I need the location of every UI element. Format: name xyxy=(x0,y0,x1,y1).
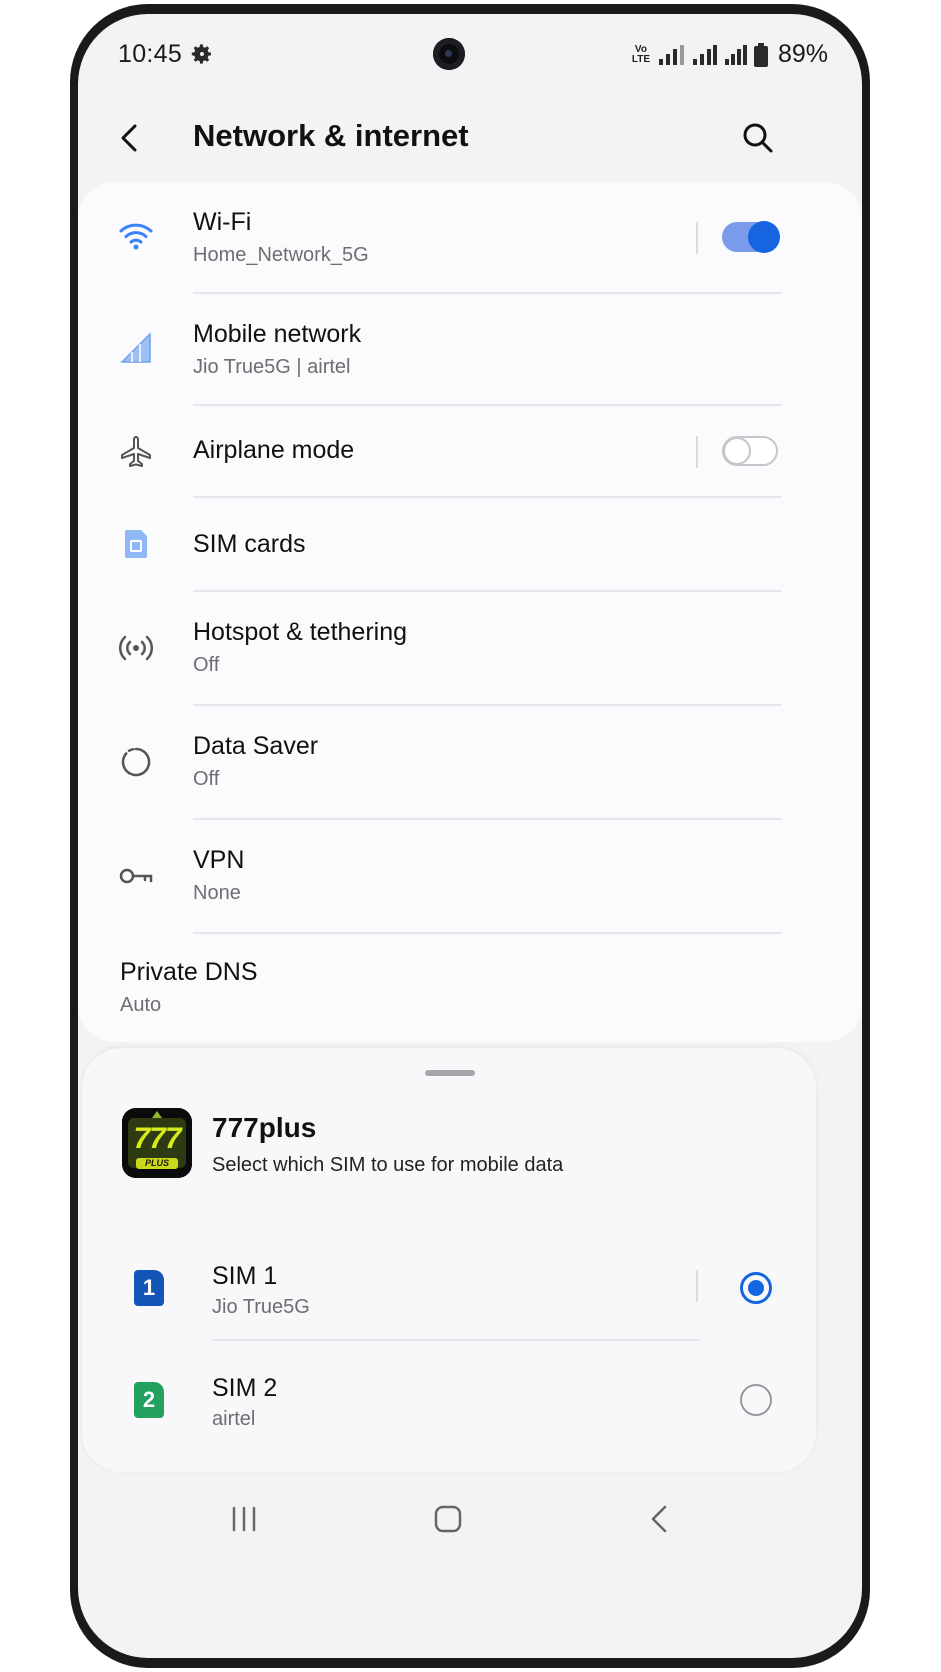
front-camera xyxy=(433,38,465,70)
home-icon[interactable] xyxy=(431,1502,465,1536)
status-time: 10:45 xyxy=(118,40,183,68)
wifi-toggle-knob xyxy=(748,221,780,253)
sim1-radio[interactable] xyxy=(740,1272,772,1304)
search-icon[interactable] xyxy=(738,118,778,158)
mobile-signal-icon xyxy=(118,330,154,366)
setting-data-saver[interactable]: Data Saver Off xyxy=(78,706,862,818)
private-dns-title: Private DNS xyxy=(120,958,258,986)
back-arrow-icon[interactable] xyxy=(110,118,150,158)
page-title: Network & internet xyxy=(193,118,469,153)
setting-hotspot[interactable]: Hotspot & tethering Off xyxy=(78,592,862,704)
sheet-description: Select which SIM to use for mobile data xyxy=(212,1154,564,1176)
hotspot-title: Hotspot & tethering xyxy=(193,618,408,646)
signal-icon xyxy=(692,44,717,65)
phone-frame: 10:45 Vo LTE 89% Network & internet Wi-F… xyxy=(70,4,870,1668)
airplane-mode-title: Airplane mode xyxy=(193,436,355,464)
mobile-network-title: Mobile network xyxy=(193,320,362,348)
wifi-subtitle: Home_Network_5G xyxy=(193,244,369,266)
data-saver-title: Data Saver xyxy=(193,732,319,760)
volte-top-text: Vo xyxy=(634,43,647,55)
data-saver-icon xyxy=(118,744,154,780)
vpn-subtitle: None xyxy=(193,882,241,904)
setting-wifi[interactable]: Wi-Fi Home_Network_5G xyxy=(78,182,862,292)
sim1-subtitle: Jio True5G xyxy=(212,1296,310,1318)
screen: 10:45 Vo LTE 89% Network & internet Wi-F… xyxy=(78,14,862,1658)
sim1-badge-icon: 1 xyxy=(134,1270,164,1306)
wifi-toggle[interactable] xyxy=(722,221,780,253)
sim1-separator xyxy=(696,1270,698,1302)
airplane-icon xyxy=(118,434,154,470)
status-icons: Vo LTE 89% xyxy=(630,40,828,69)
setting-sim-cards[interactable]: SIM cards xyxy=(78,498,862,590)
wifi-icon xyxy=(118,218,154,254)
setting-airplane-mode[interactable]: Airplane mode xyxy=(78,406,862,496)
hotspot-icon xyxy=(118,630,154,666)
sim-card-icon xyxy=(118,526,154,562)
settings-card: Wi-Fi Home_Network_5G Mobile network Jio… xyxy=(78,182,862,1042)
private-dns-subtitle: Auto xyxy=(120,994,162,1016)
airplane-separator xyxy=(696,436,698,468)
recents-icon[interactable] xyxy=(226,1504,262,1534)
sim-option-1[interactable]: 1 SIM 1 Jio True5G xyxy=(82,1236,816,1336)
sim2-title: SIM 2 xyxy=(212,1374,278,1402)
battery-icon xyxy=(753,42,768,67)
mobile-network-subtitle: Jio True5G | airtel xyxy=(193,356,351,378)
app-logo-subtext: PLUS xyxy=(144,1158,169,1168)
data-saver-subtitle: Off xyxy=(193,768,220,790)
signal-icon xyxy=(724,44,747,65)
airplane-toggle-knob xyxy=(723,437,751,465)
setting-mobile-network[interactable]: Mobile network Jio True5G | airtel xyxy=(78,294,862,404)
app-logo: 777 PLUS xyxy=(122,1108,192,1178)
sim-option-2[interactable]: 2 SIM 2 airtel xyxy=(82,1342,816,1452)
setting-private-dns[interactable]: Private DNS Auto xyxy=(78,934,862,1042)
back-icon[interactable] xyxy=(644,1502,674,1536)
sim-selection-sheet: 777 PLUS 777plus Select which SIM to use… xyxy=(82,1048,816,1472)
volte-bottom-text: LTE xyxy=(631,53,651,65)
key-icon xyxy=(118,858,154,894)
airplane-mode-toggle[interactable] xyxy=(722,436,778,466)
sheet-drag-handle[interactable] xyxy=(425,1070,475,1076)
battery-percent: 89% xyxy=(777,40,828,68)
wifi-separator xyxy=(696,222,698,254)
hotspot-subtitle: Off xyxy=(193,654,220,676)
app-logo-text: 777 xyxy=(133,1122,181,1155)
wifi-title: Wi-Fi xyxy=(193,208,252,236)
setting-vpn[interactable]: VPN None xyxy=(78,820,862,932)
sim1-title: SIM 1 xyxy=(212,1262,278,1290)
app-name: 777plus xyxy=(212,1112,317,1143)
vpn-title: VPN xyxy=(193,846,245,874)
sim2-badge-icon: 2 xyxy=(134,1382,164,1418)
volte-icon: Vo LTE xyxy=(630,43,652,65)
sim2-radio[interactable] xyxy=(740,1384,772,1416)
sim-cards-title: SIM cards xyxy=(193,530,306,558)
gear-icon xyxy=(191,44,211,64)
divider xyxy=(212,1339,700,1341)
signal-icon xyxy=(658,44,684,65)
sim2-subtitle: airtel xyxy=(212,1408,256,1430)
